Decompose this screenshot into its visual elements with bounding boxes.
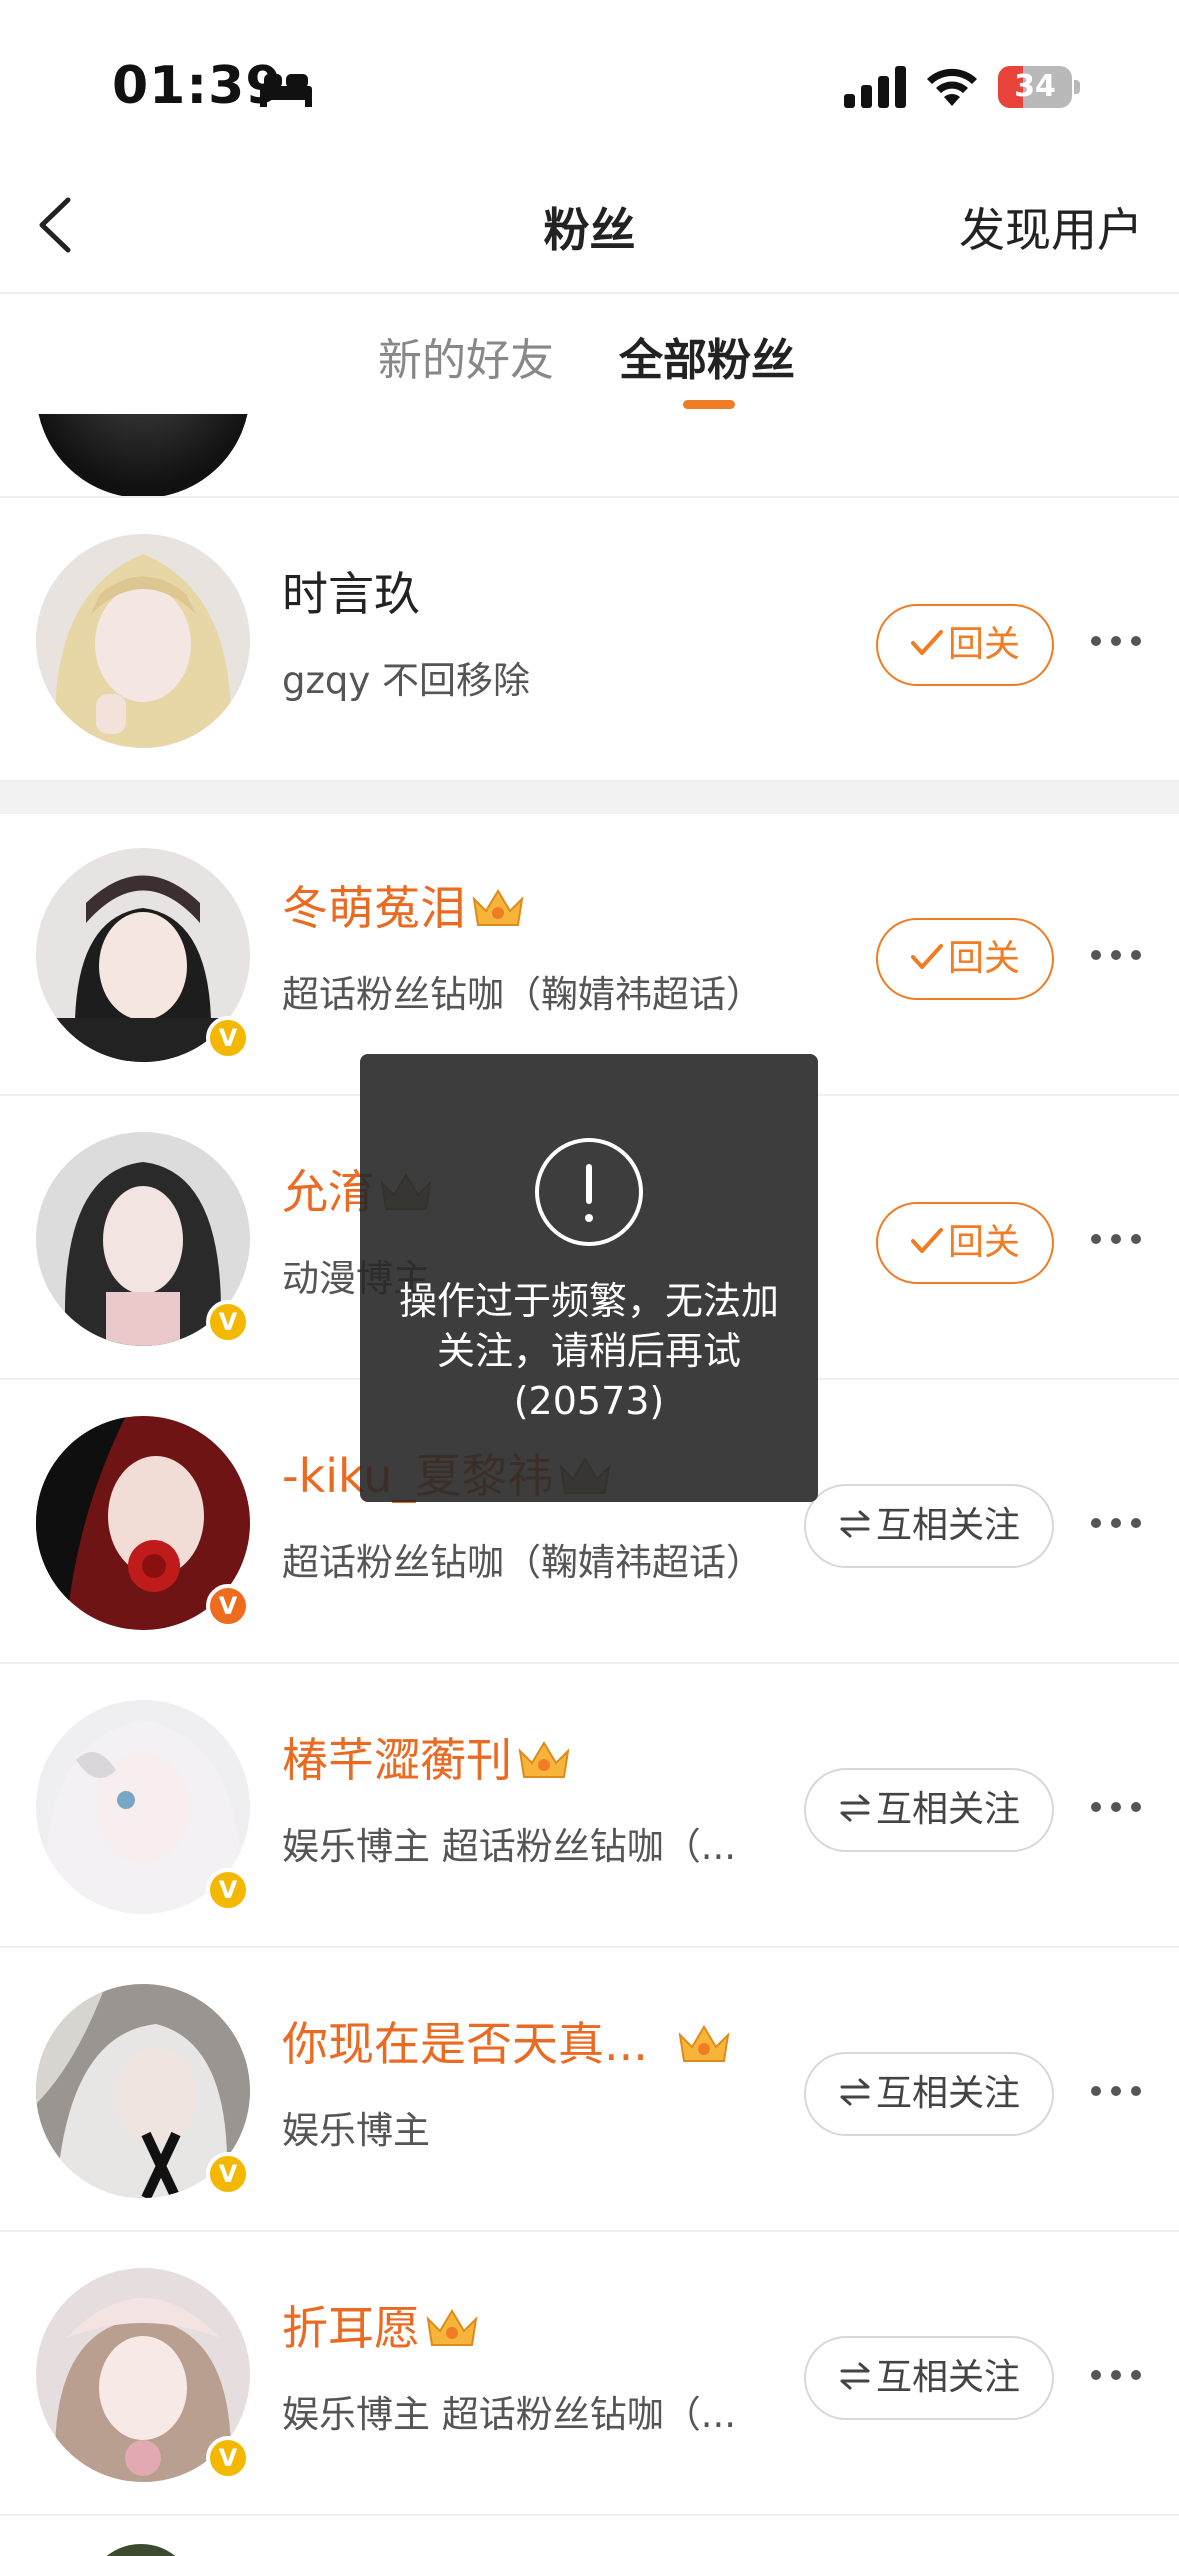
verified-badge: V	[206, 2152, 250, 2196]
avatar	[86, 2544, 196, 2556]
mutual-follow-label: 互相关注	[875, 2073, 1020, 2114]
battery-percent: 34	[1014, 69, 1056, 104]
verified-badge: V	[206, 1300, 250, 1344]
follow-back-label: 回关	[947, 938, 1020, 979]
follow-back-label: 回关	[947, 1222, 1020, 1263]
follower-name-text: 冬萌菟泪	[282, 881, 466, 935]
status-bar: 01:39 34	[0, 0, 1179, 160]
avatar	[36, 414, 250, 496]
list-item[interactable]: 时言玖 gzqy 不回移除 回关	[0, 500, 1179, 782]
section-divider	[0, 782, 1179, 814]
list-item[interactable]: V 椿芊澀蘅刊 娱乐博主 超话粉丝钻咖（... 互相关注	[0, 1666, 1179, 1948]
mutual-arrows-icon	[840, 1510, 870, 1538]
mutual-arrows-icon	[840, 2078, 870, 2106]
follower-desc: 超话粉丝钻咖（鞠婧祎超话）	[282, 973, 763, 1016]
more-dots-icon[interactable]	[1090, 944, 1142, 966]
follower-desc: 娱乐博主 超话粉丝钻咖（...	[282, 1825, 737, 1868]
mutual-follow-label: 互相关注	[875, 1789, 1020, 1830]
follow-back-button[interactable]: 回关	[876, 1202, 1054, 1284]
more-dots-icon[interactable]	[1090, 1796, 1142, 1818]
avatar[interactable]	[36, 534, 250, 748]
discover-users-link[interactable]: 发现用户	[959, 194, 1143, 260]
tab-all-followers[interactable]: 全部粉丝	[619, 324, 795, 388]
battery-icon: 34	[998, 66, 1080, 108]
tab-active-indicator	[683, 400, 735, 409]
follower-name-text: 你现在是否天真...	[282, 2017, 648, 2071]
mutual-follow-button[interactable]: 互相关注	[804, 2336, 1054, 2420]
exclamation-circle-icon	[535, 1138, 643, 1246]
verified-badge: V	[206, 1584, 250, 1628]
check-icon	[910, 630, 943, 655]
more-dots-icon[interactable]	[1090, 2364, 1142, 2386]
follower-name[interactable]: 折耳愿	[282, 2292, 480, 2358]
tab-new-friends[interactable]: 新的好友	[378, 324, 554, 388]
list-item[interactable]: V 你现在是否天真... 娱乐博主 互相关注	[0, 1950, 1179, 2232]
list-item[interactable]: V 折耳愿 娱乐博主 超话粉丝钻咖（... 互相关注	[0, 2234, 1179, 2516]
mutual-follow-label: 互相关注	[875, 2357, 1020, 2398]
mutual-follow-button[interactable]: 互相关注	[804, 1768, 1054, 1852]
follow-back-label: 回关	[947, 624, 1020, 665]
more-dots-icon[interactable]	[1090, 1228, 1142, 1250]
tab-bar: 新的好友 全部粉丝	[0, 294, 1179, 414]
crown-icon	[518, 1740, 570, 1778]
more-dots-icon[interactable]	[1090, 1512, 1142, 1534]
crown-icon	[472, 888, 524, 926]
more-dots-icon[interactable]	[1090, 630, 1142, 652]
follow-back-button[interactable]: 回关	[876, 604, 1054, 686]
verified-badge: V	[206, 1868, 250, 1912]
list-item	[0, 2540, 1179, 2556]
mutual-arrows-icon	[840, 2362, 870, 2390]
follower-name[interactable]: 椿芊澀蘅刊	[282, 1724, 572, 1790]
verified-badge: V	[206, 1016, 250, 1060]
nav-bar: 粉丝 发现用户	[0, 160, 1179, 294]
signal-icon	[844, 66, 906, 108]
error-toast: 操作过于频繁，无法加关注，请稍后再试(20573)	[360, 1054, 818, 1502]
check-icon	[910, 944, 943, 969]
follower-name-text: 椿芊澀蘅刊	[282, 1733, 512, 1787]
follower-name[interactable]: 你现在是否天真...	[282, 2008, 732, 2074]
more-dots-icon[interactable]	[1090, 2080, 1142, 2102]
crown-icon	[678, 2024, 730, 2062]
crown-icon	[426, 2308, 478, 2346]
list-item[interactable]	[0, 414, 1179, 498]
bed-icon	[260, 74, 312, 107]
follower-desc: gzqy 不回移除	[282, 659, 531, 702]
status-time: 01:39	[112, 56, 283, 116]
mutual-arrows-icon	[840, 1794, 870, 1822]
follower-name[interactable]: 冬萌菟泪	[282, 872, 526, 938]
mutual-follow-label: 互相关注	[875, 1505, 1020, 1546]
wifi-icon	[927, 68, 977, 106]
mutual-follow-button[interactable]: 互相关注	[804, 1484, 1054, 1568]
check-icon	[910, 1228, 943, 1253]
follower-name-text: 折耳愿	[282, 2301, 420, 2355]
follow-back-button[interactable]: 回关	[876, 918, 1054, 1000]
toast-message: 操作过于频繁，无法加关注，请稍后再试(20573)	[398, 1279, 779, 1423]
follower-name[interactable]: 时言玖	[282, 558, 420, 624]
follower-desc: 娱乐博主	[282, 2109, 430, 2152]
follower-desc: 超话粉丝钻咖（鞠婧祎超话）	[282, 1541, 763, 1584]
mutual-follow-button[interactable]: 互相关注	[804, 2052, 1054, 2136]
follower-desc: 娱乐博主 超话粉丝钻咖（...	[282, 2393, 737, 2436]
verified-badge: V	[206, 2436, 250, 2480]
